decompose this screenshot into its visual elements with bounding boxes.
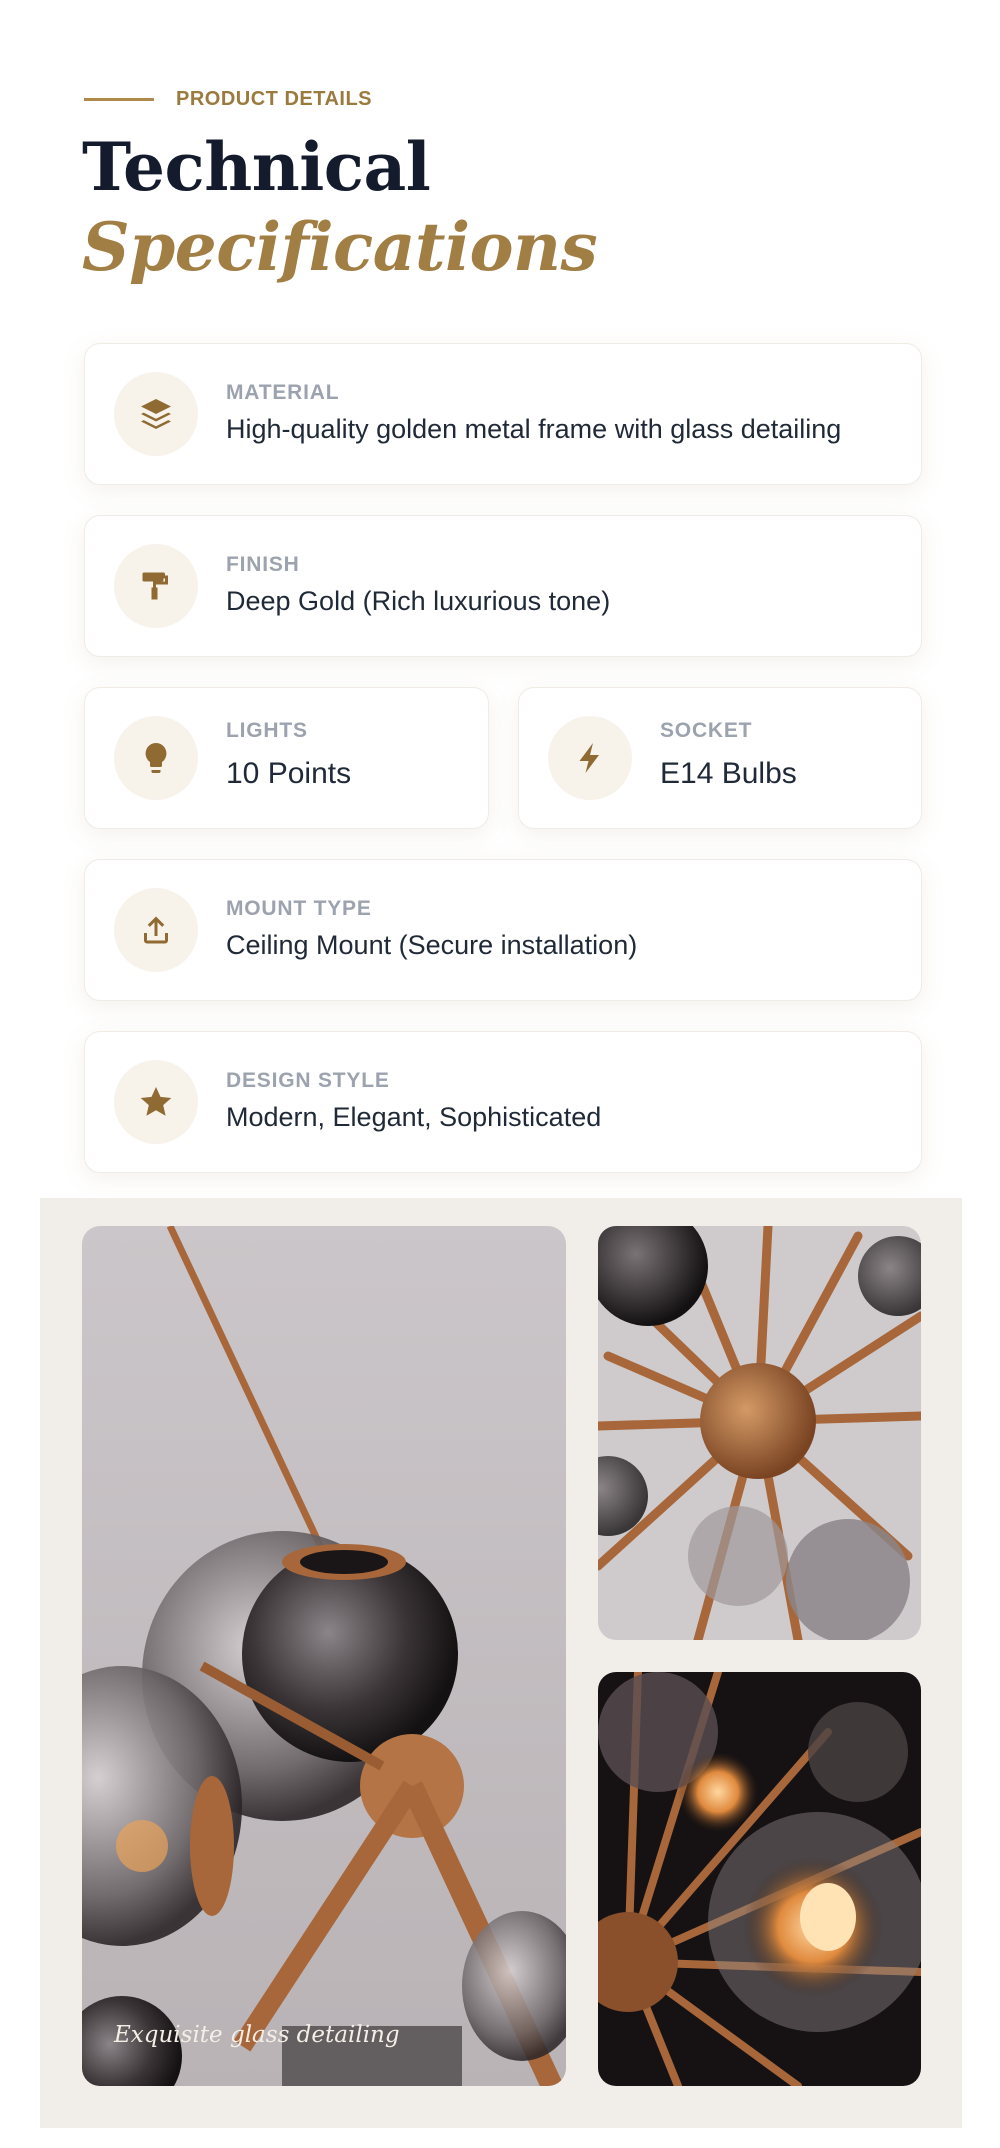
spec-card-material: MATERIAL High-quality golden metal frame… [84, 343, 922, 485]
eyebrow-text: PRODUCT DETAILS [176, 88, 373, 110]
spec-card-socket: SOCKET E14 Bulbs [518, 687, 922, 829]
spec-value: 10 Points [226, 757, 352, 790]
spec-value: High-quality golden metal frame with gla… [226, 414, 842, 444]
gallery-image-main[interactable] [82, 1226, 566, 2086]
page-title-accent: Specifications [82, 208, 598, 286]
gallery-image-bottom-right[interactable] [598, 1672, 921, 2086]
spec-label: MATERIAL [226, 381, 340, 404]
spec-label: MOUNT TYPE [226, 897, 372, 920]
page-title: Technical [82, 128, 431, 206]
spec-card-lights: LIGHTS 10 Points [84, 687, 489, 829]
spec-value: E14 Bulbs [660, 757, 797, 790]
gallery-caption: Exquisite glass detailing [114, 2022, 400, 2048]
spec-value: Modern, Elegant, Sophisticated [226, 1102, 602, 1132]
lightbulb-icon [114, 716, 198, 800]
gallery-image-top-right[interactable] [598, 1226, 921, 1640]
spec-label: FINISH [226, 553, 300, 576]
star-icon [114, 1060, 198, 1144]
bolt-icon [548, 716, 632, 800]
upload-icon [114, 888, 198, 972]
layers-icon [114, 372, 198, 456]
spec-label: LIGHTS [226, 719, 308, 742]
spec-value: Ceiling Mount (Secure installation) [226, 930, 638, 960]
spec-card-mount-type: MOUNT TYPE Ceiling Mount (Secure install… [84, 859, 922, 1001]
paint-roller-icon [114, 544, 198, 628]
eyebrow-divider [84, 98, 154, 101]
spec-label: SOCKET [660, 719, 753, 742]
spec-value: Deep Gold (Rich luxurious tone) [226, 586, 611, 616]
spec-card-design-style: DESIGN STYLE Modern, Elegant, Sophistica… [84, 1031, 922, 1173]
spec-card-finish: FINISH Deep Gold (Rich luxurious tone) [84, 515, 922, 657]
spec-label: DESIGN STYLE [226, 1069, 390, 1092]
section-eyebrow: PRODUCT DETAILS [84, 88, 372, 111]
